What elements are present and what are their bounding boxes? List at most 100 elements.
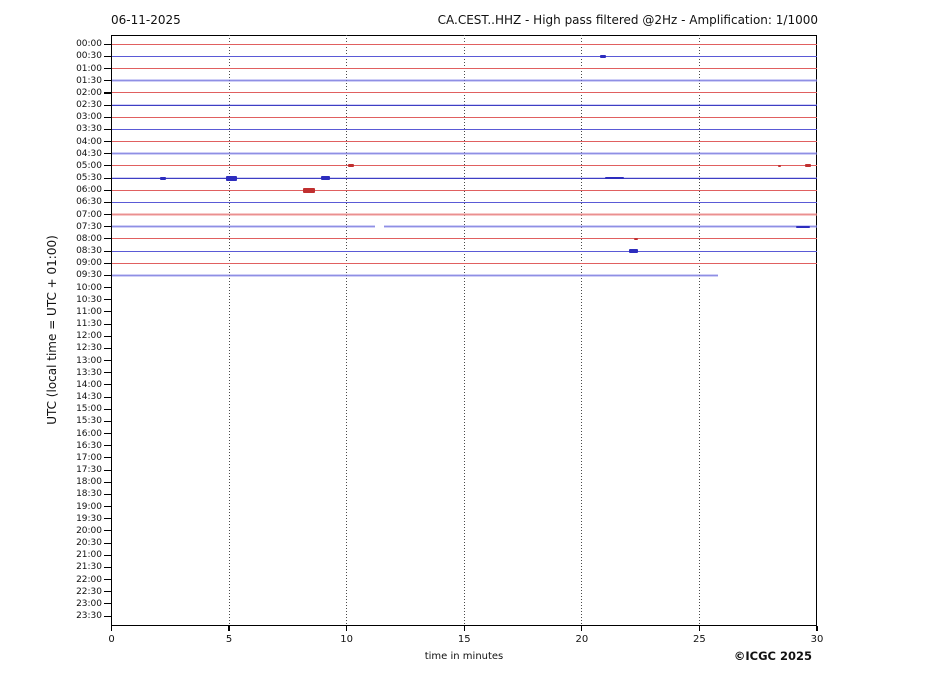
gridline bbox=[228, 35, 230, 626]
trace-line bbox=[111, 55, 817, 57]
y-tick-label: 00:00 bbox=[76, 39, 102, 50]
y-tick-label: 21:30 bbox=[76, 562, 102, 573]
x-axis-label: time in minutes bbox=[424, 651, 504, 662]
y-axis-tick bbox=[104, 347, 111, 349]
y-axis-tick bbox=[104, 603, 111, 605]
x-axis-tick bbox=[816, 626, 818, 631]
trace-line bbox=[111, 116, 817, 118]
x-axis-tick bbox=[346, 626, 348, 631]
y-tick-label: 12:30 bbox=[76, 343, 102, 354]
y-axis-tick bbox=[104, 408, 111, 410]
y-axis-tick bbox=[104, 396, 111, 398]
y-axis-tick bbox=[104, 311, 111, 313]
y-tick-label: 07:00 bbox=[76, 209, 102, 220]
y-axis-tick bbox=[104, 274, 111, 276]
y-tick-label: 04:30 bbox=[76, 148, 102, 159]
credit-label: ©ICGC 2025 bbox=[733, 649, 812, 663]
trace-line bbox=[111, 43, 817, 45]
x-tick-label: 20 bbox=[575, 634, 589, 645]
y-tick-label: 21:00 bbox=[76, 550, 102, 561]
y-axis-tick bbox=[104, 153, 111, 155]
y-axis-tick bbox=[104, 287, 111, 289]
y-tick-label: 22:30 bbox=[76, 586, 102, 597]
y-tick-label: 04:00 bbox=[76, 136, 102, 147]
x-axis-tick bbox=[228, 626, 230, 631]
y-axis-tick bbox=[104, 68, 111, 70]
trace-event bbox=[321, 176, 330, 181]
y-axis-tick bbox=[104, 177, 111, 179]
y-tick-label: 11:30 bbox=[76, 319, 102, 330]
y-tick-label: 08:30 bbox=[76, 246, 102, 257]
x-tick-label: 15 bbox=[457, 634, 471, 645]
y-tick-label: 13:00 bbox=[76, 355, 102, 366]
y-axis-tick bbox=[104, 214, 111, 216]
y-axis-tick bbox=[104, 165, 111, 167]
y-tick-label: 22:00 bbox=[76, 574, 102, 585]
trace-line bbox=[111, 238, 817, 240]
y-axis-tick bbox=[104, 615, 111, 617]
x-tick-label: 25 bbox=[693, 634, 706, 645]
trace-event bbox=[777, 164, 782, 167]
y-axis-tick bbox=[104, 299, 111, 301]
trace-event bbox=[804, 164, 811, 168]
x-tick-label: 0 bbox=[108, 634, 115, 645]
trace-line bbox=[111, 165, 817, 167]
y-axis-tick bbox=[104, 250, 111, 252]
x-tick-label: 5 bbox=[225, 634, 233, 645]
y-tick-label: 17:30 bbox=[76, 465, 102, 476]
y-tick-label: 05:30 bbox=[76, 173, 102, 184]
trace-line bbox=[111, 226, 375, 228]
y-axis-tick bbox=[104, 43, 111, 45]
y-axis-tick bbox=[104, 141, 111, 143]
trace-line bbox=[111, 68, 817, 70]
y-axis-tick bbox=[104, 542, 111, 544]
trace-line bbox=[111, 104, 817, 106]
trace-event bbox=[303, 187, 315, 193]
x-axis-tick bbox=[463, 626, 465, 631]
y-tick-label: 18:00 bbox=[76, 477, 102, 488]
y-tick-label: 06:30 bbox=[76, 197, 102, 208]
y-axis-tick bbox=[104, 201, 111, 203]
trace-event bbox=[225, 175, 238, 181]
trace-event bbox=[629, 249, 638, 254]
x-axis-tick bbox=[110, 626, 113, 631]
x-tick-label: 10 bbox=[340, 634, 354, 645]
trace-line bbox=[111, 201, 817, 203]
y-tick-label: 20:30 bbox=[76, 538, 102, 549]
y-axis-tick bbox=[104, 128, 111, 130]
trace-line bbox=[111, 262, 817, 264]
y-tick-label: 15:00 bbox=[76, 404, 102, 415]
y-tick-label: 19:00 bbox=[76, 501, 102, 512]
trace-event bbox=[795, 225, 810, 228]
trace-line bbox=[111, 214, 817, 216]
y-axis-tick bbox=[104, 506, 111, 508]
x-tick-label: 30 bbox=[810, 634, 824, 645]
y-axis-tick bbox=[104, 323, 111, 325]
y-axis-tick bbox=[104, 55, 111, 57]
gridline bbox=[463, 35, 465, 626]
trace-line bbox=[111, 141, 817, 143]
trace-line bbox=[111, 92, 817, 94]
x-axis-tick bbox=[698, 626, 700, 631]
y-axis-tick bbox=[104, 493, 111, 495]
y-axis-tick bbox=[104, 104, 111, 106]
y-axis-tick bbox=[104, 262, 111, 264]
y-axis-tick bbox=[104, 360, 111, 362]
y-axis-tick bbox=[104, 457, 111, 459]
y-tick-label: 16:30 bbox=[76, 440, 102, 451]
trace-line bbox=[384, 226, 817, 228]
date-label: 06-11-2025 bbox=[111, 13, 181, 27]
y-tick-label: 09:00 bbox=[76, 258, 102, 269]
y-axis-tick bbox=[104, 566, 111, 568]
y-tick-label: 15:30 bbox=[76, 416, 102, 427]
trace-event bbox=[600, 54, 606, 58]
y-tick-label: 02:30 bbox=[76, 100, 102, 111]
y-tick-label: 06:00 bbox=[76, 185, 102, 196]
y-axis-tick bbox=[104, 420, 111, 422]
y-tick-label: 14:00 bbox=[76, 379, 102, 390]
trace-line bbox=[111, 189, 817, 191]
y-axis-tick bbox=[104, 433, 111, 435]
trace-line bbox=[111, 250, 817, 252]
y-axis-tick bbox=[104, 238, 111, 240]
y-axis-tick bbox=[104, 579, 111, 581]
